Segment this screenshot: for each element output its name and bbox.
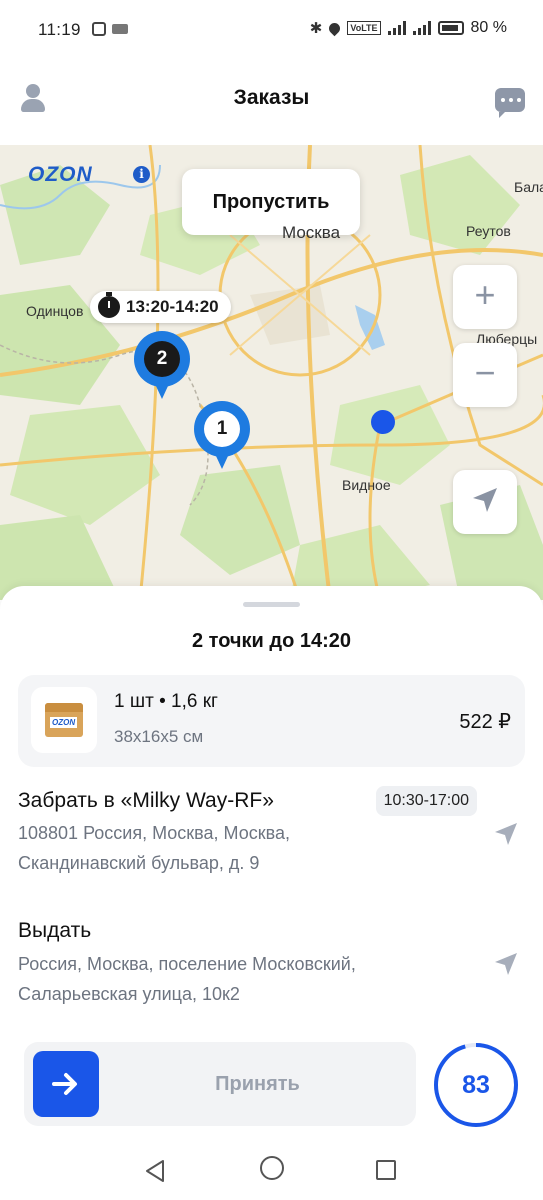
pin-number: 2 (144, 341, 180, 377)
volte-icon: VoLTE (347, 21, 381, 35)
map-pin-2[interactable]: 2 (134, 331, 190, 401)
accept-slider[interactable]: Принять (24, 1042, 416, 1126)
map-label-vidnoe: Видное (342, 477, 391, 493)
status-left-icons (92, 22, 128, 36)
time-window-chip: 13:20-14:20 (90, 291, 231, 323)
pickup-address-line1: 108801 Россия, Москва, Москва, (18, 823, 291, 843)
route-summary: 2 точки до 14:20 (191, 630, 352, 652)
home-icon[interactable] (260, 1156, 284, 1180)
user-location-dot (371, 410, 395, 434)
pickup-navigate-icon[interactable] (491, 819, 521, 849)
location-icon (327, 20, 343, 36)
order-bottom-sheet: 2 точки до 14:20 OZON 1 шт • 1,6 кг 38x1… (0, 586, 543, 1200)
ozon-logo: OZON (28, 163, 93, 186)
navigation-arrow-icon (473, 488, 497, 512)
back-icon[interactable] (143, 1159, 167, 1183)
battery-icon (437, 21, 464, 35)
delivery-address-line1: Россия, Москва, поселение Московский, (18, 954, 356, 974)
info-icon[interactable]: i (133, 166, 150, 183)
map-label-odintsovo: Одинцов (26, 303, 84, 319)
status-bar: 11:19 ✱ VoLTE 80 % (0, 0, 543, 62)
delivery-truck-icon (112, 24, 128, 34)
page-title: Заказы (233, 86, 310, 109)
chat-icon[interactable] (495, 88, 525, 118)
delivery-address: Россия, Москва, поселение Московский, Са… (18, 949, 448, 1009)
map-pin-1[interactable]: 1 (194, 401, 250, 471)
delivery-title: Выдать (18, 919, 92, 942)
countdown-timer: 83 (433, 1042, 519, 1128)
pickup-title: Забрать в «Milky Way-RF» (18, 789, 274, 812)
map-label-balashikha: Бала (514, 179, 543, 195)
accept-label: Принять (215, 1073, 300, 1095)
countdown-value: 83 (462, 1071, 490, 1099)
package-thumbnail: OZON (31, 687, 97, 753)
box-brand: OZON (50, 717, 78, 728)
pin-number: 1 (204, 411, 240, 447)
zoom-in-button[interactable]: + (453, 265, 517, 329)
delivery-navigate-icon[interactable] (491, 949, 521, 979)
package-box-icon: OZON (45, 703, 83, 737)
delivery-address-line2: Саларьевская улица, 10к2 (18, 984, 240, 1004)
item-price: 522 ₽ (459, 711, 511, 733)
item-dimensions: 38x16x5 см (114, 727, 204, 746)
map-view[interactable]: OZON i Пропустить Москва Реутов Бала Оди… (0, 145, 543, 600)
map-label-reutov: Реутов (466, 223, 511, 239)
zoom-out-button[interactable]: − (453, 343, 517, 407)
arrow-right-icon (52, 1073, 77, 1095)
item-quantity-weight: 1 шт • 1,6 кг (114, 691, 218, 712)
nfc-icon (92, 22, 106, 36)
map-label-moscow: Москва (282, 223, 341, 242)
pickup-time-badge: 10:30-17:00 (375, 786, 477, 816)
sheet-grabber[interactable] (243, 602, 300, 607)
time-window-text: 13:20-14:20 (126, 297, 219, 316)
item-card: OZON 1 шт • 1,6 кг 38x16x5 см 522 ₽ (18, 675, 525, 767)
accept-slider-handle[interactable] (33, 1051, 99, 1117)
pickup-address-line2: Скандинавский бульвар, д. 9 (18, 853, 260, 873)
status-right-icons: ✱ VoLTE 80 % (310, 19, 507, 37)
battery-percent: 80 % (470, 19, 507, 36)
bluetooth-icon: ✱ (309, 20, 323, 37)
my-location-button[interactable] (453, 470, 517, 534)
app-header: Заказы (0, 62, 543, 145)
stopwatch-icon (98, 292, 120, 318)
signal-icon (387, 21, 406, 35)
signal-4g-icon (412, 21, 431, 35)
status-time: 11:19 (38, 20, 81, 39)
recents-icon[interactable] (376, 1160, 396, 1180)
system-nav-bar (0, 1140, 543, 1200)
pickup-address: 108801 Россия, Москва, Москва, Скандинав… (18, 818, 448, 878)
